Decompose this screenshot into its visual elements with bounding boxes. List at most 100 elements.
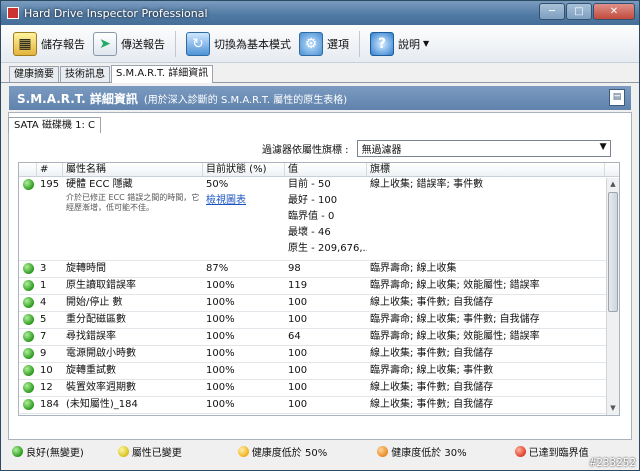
tab-technical-info[interactable]: 技術訊息: [60, 66, 110, 82]
row-id: 195: [37, 177, 63, 260]
scroll-thumb[interactable]: [608, 192, 618, 312]
row-current: 100%: [206, 314, 235, 325]
row-flags: 臨界壽命; 線上收集; 效能屬性; 錯誤率: [370, 280, 540, 291]
row-id: 7: [40, 331, 47, 342]
minimize-button[interactable]: ─: [539, 3, 565, 20]
vertical-scrollbar[interactable]: ▲ ▼: [606, 178, 619, 415]
row-current: 100%: [206, 297, 235, 308]
help-button[interactable]: ? 說明 ▼: [366, 28, 433, 60]
row-id: 9: [40, 348, 47, 359]
tab-health-summary[interactable]: 健康摘要: [9, 66, 59, 82]
legend-below30: 健康度低於 30%: [377, 444, 467, 459]
row-name: 硬體 ECC 隱藏: [66, 179, 133, 190]
row-flags: 臨界壽命; 線上收集; 事件數; 自我儲存: [370, 314, 540, 325]
status-good-icon: [23, 348, 34, 359]
switch-mode-button[interactable]: ↻ 切換為基本模式: [182, 28, 295, 60]
row-value: 100: [285, 414, 367, 415]
row-flags: 臨界壽命; 線上收集: [370, 263, 457, 274]
row-flags: 線上收集; 事件數; 自我儲存: [370, 348, 494, 359]
row-name: 尋找錯誤率: [66, 331, 116, 342]
status-good-icon: [23, 382, 34, 393]
table-row[interactable]: 9 電源開啟小時數 100% 100 線上收集; 事件數; 自我儲存: [19, 346, 619, 363]
help-label: 說明: [398, 37, 420, 51]
row-current: 100%: [206, 280, 235, 291]
status-good-icon: [12, 445, 23, 457]
chevron-down-icon: ▼: [599, 142, 607, 152]
status-critical-icon: [514, 445, 526, 457]
row-flags: 線上收集; 錯誤率; 事件數: [367, 177, 605, 260]
main-tabs: 健康摘要 技術訊息 S.M.A.R.T. 詳細資訊: [1, 65, 639, 83]
row-name: 電源開啟小時數: [66, 348, 136, 359]
scroll-down-icon[interactable]: ▼: [607, 402, 619, 415]
column-flags[interactable]: 旗標: [367, 163, 605, 176]
row-name: 裝置效率週期數: [66, 382, 136, 393]
tab-drive[interactable]: SATA 磁碟機 1: C: [8, 117, 102, 133]
row-name: Reported Uncorrect: [63, 414, 203, 415]
title-bar: Hard Drive Inspector Professional ─ □ ✕: [1, 1, 639, 25]
toolbar: ▦ 儲存報告 ➤ 傳送報告 ↻ 切換為基本模式 ⚙ 選項 ? 說明 ▼: [1, 25, 639, 63]
row-note: 介於已修正 ECC 錯誤之間的時間，它經歷漸增，低可能不佳。: [66, 193, 200, 212]
table-row[interactable]: 7 尋找錯誤率 100% 64 臨界壽命; 線上收集; 效能屬性; 錯誤率: [19, 329, 619, 346]
status-good-icon: [23, 399, 34, 410]
view-chart-link[interactable]: 檢視圖表: [206, 193, 285, 209]
column-name[interactable]: 屬性名稱: [63, 163, 203, 176]
table-row[interactable]: 12 裝置效率週期數 100% 100 線上收集; 事件數; 自我儲存: [19, 380, 619, 397]
chevron-down-icon: ▼: [423, 39, 430, 48]
table-row[interactable]: 5 重分配磁區數 100% 100 臨界壽命; 線上收集; 事件數; 自我儲存: [19, 312, 619, 329]
filter-value: 無過濾器: [361, 145, 402, 156]
options-button[interactable]: ⚙ 選項: [295, 28, 353, 60]
row-value: 64: [288, 331, 301, 342]
table-row[interactable]: 1 原生讀取錯誤率 100% 119 臨界壽命; 線上收集; 效能屬性; 錯誤率: [19, 278, 619, 295]
tab-smart-details[interactable]: S.M.A.R.T. 詳細資訊: [111, 65, 214, 83]
column-value[interactable]: 值: [285, 163, 367, 176]
row-current: 87%: [206, 263, 229, 274]
row-name: (未知屬性)_184: [66, 399, 138, 410]
legend-good: 良好(無變更): [12, 444, 84, 459]
close-button[interactable]: ✕: [593, 3, 635, 20]
row-flags: 線上收集; 事件數; 自我儲存: [370, 382, 494, 393]
row-current: 100%: [206, 382, 235, 393]
table-row[interactable]: 4 開始/停止 數 100% 100 線上收集; 事件數; 自我儲存: [19, 295, 619, 312]
filter-select[interactable]: 無過濾器 ▼: [356, 140, 611, 157]
smart-table: # 屬性名稱 目前狀態 (%) 值 旗標 195 硬體 ECC 隱藏 介於已修正…: [18, 162, 620, 416]
row-value: 98: [288, 263, 301, 274]
column-current[interactable]: 目前狀態 (%): [203, 163, 285, 176]
row-current: 100%: [206, 399, 235, 410]
toolbar-separator: [175, 30, 176, 57]
save-report-label: 儲存報告: [41, 37, 85, 51]
export-icon[interactable]: ▤: [609, 89, 625, 106]
send-report-icon: ➤: [93, 31, 117, 56]
save-report-icon: ▦: [13, 31, 37, 56]
save-report-button[interactable]: ▦ 儲存報告: [9, 28, 89, 60]
table-row[interactable]: 10 旋轉重試數 100% 100 臨界壽命; 線上收集; 事件數: [19, 363, 619, 380]
options-label: 選項: [327, 37, 349, 51]
row-current: 100%: [206, 331, 235, 342]
row-name: 重分配磁區數: [66, 314, 126, 325]
row-id: 3: [40, 263, 47, 274]
row-id: 10: [40, 365, 53, 376]
row-current: 100%: [203, 414, 285, 415]
column-id[interactable]: #: [37, 163, 63, 176]
row-value: 100: [288, 382, 308, 393]
maximize-button[interactable]: □: [566, 3, 592, 20]
row-value: 100: [288, 399, 308, 410]
table-row[interactable]: 184 (未知屬性)_184 100% 100 線上收集; 事件數; 自我儲存: [19, 397, 619, 414]
row-id: 1: [40, 280, 47, 291]
filter-bar: 過濾器依屬性旗標 : 無過濾器 ▼: [262, 140, 611, 157]
row-value: 100: [288, 348, 308, 359]
app-icon: [7, 7, 19, 19]
scroll-up-icon[interactable]: ▲: [607, 178, 619, 191]
row-name: 開始/停止 數: [66, 297, 123, 308]
send-report-button[interactable]: ➤ 傳送報告: [89, 28, 169, 60]
status-good-icon: [23, 331, 34, 342]
table-row[interactable]: 187Reported Uncorrect100%100線上收集; 事件數; 自…: [19, 414, 619, 415]
row-name: 旋轉重試數: [66, 365, 116, 376]
status-legend: 良好(無變更) 屬性已變更 健康度低於 50% 健康度低於 30% 已達到臨界值: [0, 442, 640, 460]
table-row[interactable]: 3 旋轉時間 87% 98 臨界壽命; 線上收集: [19, 261, 619, 278]
gear-icon: ⚙: [299, 31, 323, 56]
column-status[interactable]: [19, 163, 37, 176]
table-row[interactable]: 195 硬體 ECC 隱藏 介於已修正 ECC 錯誤之間的時間，它經歷漸增，低可…: [19, 177, 619, 261]
legend-below50: 健康度低於 50%: [237, 444, 327, 459]
status-below30-icon: [377, 445, 389, 457]
row-values: 目前 - 50 最好 - 100 臨界值 - 0 最壞 - 46 原生 - 20…: [285, 177, 367, 260]
